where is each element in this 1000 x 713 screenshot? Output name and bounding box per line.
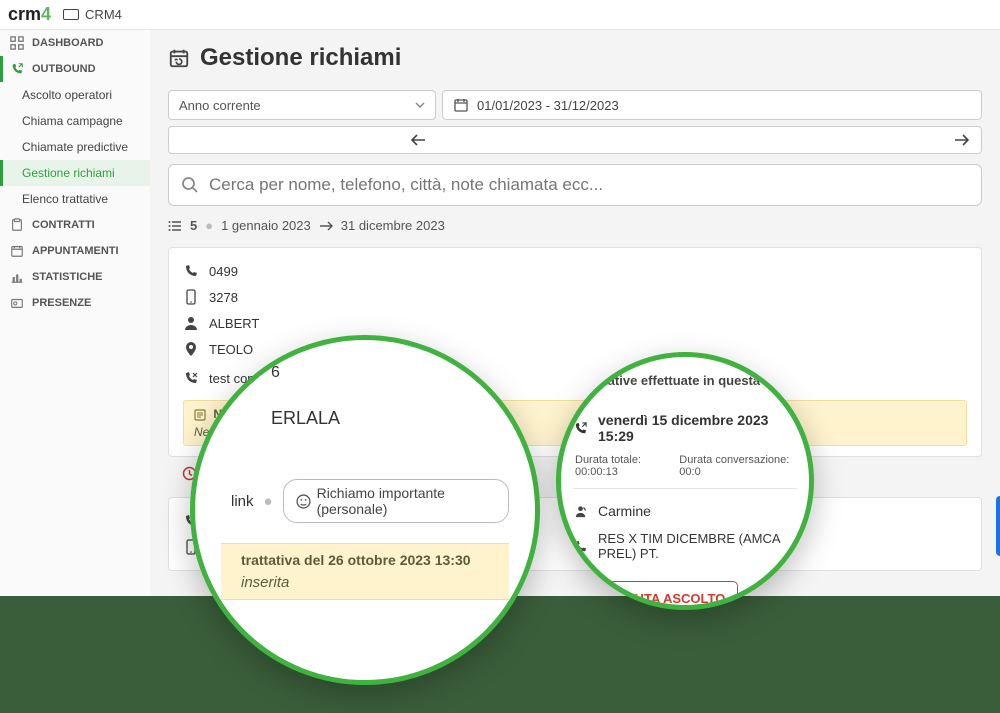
search-icon [181, 176, 199, 194]
search-input[interactable] [209, 175, 969, 195]
window-title: CRM4 [63, 7, 122, 22]
sidebar-item-appuntamenti[interactable]: APPUNTAMENTI [0, 238, 150, 264]
list-icon [168, 219, 182, 233]
call-missed-icon [183, 370, 199, 386]
app-logo: crm4 [8, 4, 51, 25]
phone-out-icon [573, 421, 588, 436]
sidebar-item-dashboard[interactable]: DASHBOARD [0, 30, 150, 56]
chevron-down-icon [415, 100, 425, 110]
person-icon [183, 315, 199, 331]
topbar: crm4 CRM4 [0, 0, 1000, 30]
phone-out-icon [10, 62, 24, 76]
window-icon [63, 9, 79, 20]
sidebar-item-elenco-trattative[interactable]: Elenco trattative [0, 186, 150, 212]
sidebar-item-predictive[interactable]: Chiamate predictive [0, 134, 150, 160]
calendar-refresh-icon [168, 47, 190, 69]
sidebar-item-outbound[interactable]: OUTBOUND [0, 56, 150, 82]
face-icon [296, 494, 311, 509]
calendar-icon [453, 97, 469, 113]
page-title: Gestione richiami [200, 44, 401, 72]
badge-icon [10, 296, 24, 310]
results-summary: 5 ● 1 gennaio 2023 31 dicembre 2023 [168, 218, 982, 233]
dashboard-icon [10, 36, 24, 50]
date-range-picker[interactable]: 01/01/2023 - 31/12/2023 [442, 90, 982, 120]
zoom-lens-right: attative effettuate in questa ca venerdì… [556, 352, 814, 610]
search-box[interactable] [168, 164, 982, 206]
side-tab[interactable] [996, 496, 1000, 556]
arrow-left-icon[interactable] [409, 133, 427, 147]
period-navigator [168, 126, 982, 154]
recall-tag-chip[interactable]: Richiamo importante (personale) [283, 479, 509, 523]
page-title-row: Gestione richiami [168, 44, 982, 72]
mobile-icon [183, 289, 199, 305]
arrow-right-icon[interactable] [953, 133, 971, 147]
sidebar-item-gestione-richiami[interactable]: Gestione richiami [0, 160, 150, 186]
zoom-lens-left: 6 ERLALA link ● Richiamo importante (per… [190, 335, 540, 685]
stats-icon [10, 270, 24, 284]
sidebar-item-statistiche[interactable]: STATISTICHE [0, 264, 150, 290]
sidebar-item-chiama-campagne[interactable]: Chiama campagne [0, 108, 150, 134]
sidebar-item-presenze[interactable]: PRESENZE [0, 290, 150, 316]
operator-icon [573, 504, 588, 519]
arrow-right-small-icon [319, 221, 333, 231]
location-icon [183, 341, 199, 357]
calendar-icon [10, 244, 24, 258]
clipboard-icon [10, 218, 24, 232]
phone-icon [183, 263, 199, 279]
sidebar-item-ascolto[interactable]: Ascolto operatori [0, 82, 150, 108]
note-icon [194, 409, 206, 421]
sidebar-item-contratti[interactable]: CONTRATTI [0, 212, 150, 238]
period-select[interactable]: Anno corrente [168, 90, 436, 120]
